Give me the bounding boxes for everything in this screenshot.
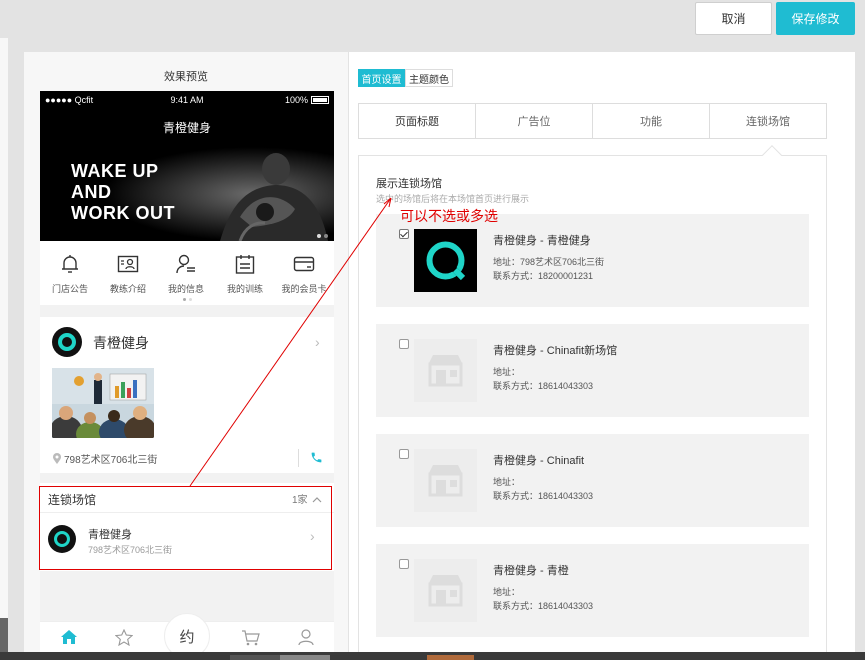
store-name: 青橙健身 [93, 335, 149, 351]
section-divider [40, 473, 334, 483]
tab-ad-slot[interactable]: 广告位 [476, 104, 593, 138]
tab-chain-venues[interactable]: 连锁场馆 [710, 104, 826, 138]
battery-icon [311, 96, 329, 104]
venue-checkbox[interactable] [399, 559, 409, 569]
venue-name: 青橙健身 - 青橙 [493, 565, 569, 577]
venue-phone: 联系方式：18200001231 [493, 271, 594, 281]
section-divider [40, 305, 334, 317]
person-icon[interactable] [298, 629, 314, 646]
phone-preview: ●●●●● Qcfit 9:41 AM 100% 青橙健身 WAKE UP AN… [40, 91, 334, 660]
id-card-icon [117, 255, 139, 273]
divider [298, 449, 299, 467]
section-hint: 选中的场馆后将在本场馆首页进行展示 [376, 194, 530, 204]
cancel-button[interactable]: 取消 [695, 2, 772, 35]
quick-nav: 门店公告 教练介绍 我的信息 我的训练 我的会员卡 [40, 241, 334, 305]
quick-nav-my-info[interactable]: 我的信息 [156, 241, 216, 305]
storefront-icon [428, 355, 463, 387]
tab-page-title[interactable]: 页面标题 [359, 104, 476, 138]
battery-status: 100% [285, 95, 329, 105]
banner-slogan: WAKE UP AND WORK OUT [71, 161, 175, 223]
qc-logo-icon [426, 241, 467, 282]
store-photo [52, 368, 154, 438]
venue-phone: 联系方式：18614043303 [493, 491, 594, 501]
quick-nav-notice[interactable]: 门店公告 [40, 241, 100, 305]
storefront-icon [428, 575, 463, 607]
settings-tabs: 页面标题 广告位 功能 连锁场馆 [358, 103, 827, 139]
venue-address: 地址：798艺术区706北三街 [493, 257, 605, 267]
cart-icon[interactable] [241, 629, 260, 646]
banner-pagination [317, 234, 328, 238]
venue-name: 青橙健身 - Chinafit新场馆 [493, 345, 618, 357]
venue-placeholder-image [414, 339, 477, 402]
quick-nav-membership[interactable]: 我的会员卡 [274, 241, 334, 305]
user-list-icon [176, 254, 195, 274]
venue-placeholder-image [414, 449, 477, 512]
card-icon [293, 256, 315, 272]
store-logo-icon [52, 327, 82, 357]
chain-section-highlight [39, 486, 332, 570]
location-pin-icon [53, 452, 61, 464]
venue-logo [414, 229, 477, 292]
phone-call-icon[interactable] [310, 451, 323, 467]
tab-features[interactable]: 功能 [593, 104, 710, 138]
quick-nav-pagination [183, 298, 192, 301]
phone-nav-title: 青橙健身 [40, 109, 334, 147]
save-button[interactable]: 保存修改 [776, 2, 855, 35]
venue-placeholder-image [414, 559, 477, 622]
calendar-icon [235, 255, 255, 274]
section-title: 展示连锁场馆 [376, 178, 442, 190]
venue-card[interactable]: 青橙健身 - 青橙 地址： 联系方式：18614043303 [376, 544, 809, 637]
preview-title: 效果预览 [164, 71, 208, 83]
venue-address: 地址： [493, 367, 521, 377]
taskbar-item[interactable] [280, 655, 330, 660]
chevron-right-icon: › [315, 334, 320, 350]
home-icon[interactable] [60, 629, 78, 645]
venue-name: 青橙健身 - Chinafit [493, 455, 585, 467]
venue-checkbox[interactable] [399, 339, 409, 349]
taskbar-item[interactable] [427, 655, 474, 660]
bell-icon [62, 255, 78, 273]
tab-theme-color[interactable]: 主题颜色 [405, 69, 453, 87]
venue-checkbox[interactable] [399, 229, 409, 239]
taskbar-item[interactable] [230, 655, 280, 660]
store-address: 798艺术区706北三街 [52, 451, 157, 466]
quick-nav-coaches[interactable]: 教练介绍 [98, 241, 158, 305]
venue-address: 地址： [493, 587, 521, 597]
venue-card[interactable]: 青橙健身 - 青橙健身 地址：798艺术区706北三街 联系方式：1820000… [376, 214, 809, 307]
venue-address: 地址： [493, 477, 521, 487]
venue-phone: 联系方式：18614043303 [493, 381, 594, 391]
venue-phone: 联系方式：18614043303 [493, 601, 594, 611]
battery-percent: 100% [284, 95, 308, 105]
venue-name: 青橙健身 - 青橙健身 [493, 235, 591, 247]
storefront-icon [428, 465, 463, 497]
venue-card[interactable]: 青橙健身 - Chinafit新场馆 地址： 联系方式：18614043303 [376, 324, 809, 417]
tab-home-settings[interactable]: 首页设置 [358, 69, 405, 87]
venue-checkbox[interactable] [399, 449, 409, 459]
venue-card[interactable]: 青橙健身 - Chinafit 地址： 联系方式：18614043303 [376, 434, 809, 527]
annotation-note: 可以不选或多选 [400, 209, 498, 225]
quick-nav-training[interactable]: 我的训练 [215, 241, 275, 305]
banner-ad[interactable]: WAKE UP AND WORK OUT [40, 147, 334, 241]
phone-status-bar: ●●●●● Qcfit 9:41 AM 100% [40, 91, 334, 109]
left-edge-strip [0, 38, 8, 660]
star-icon[interactable] [115, 629, 133, 646]
